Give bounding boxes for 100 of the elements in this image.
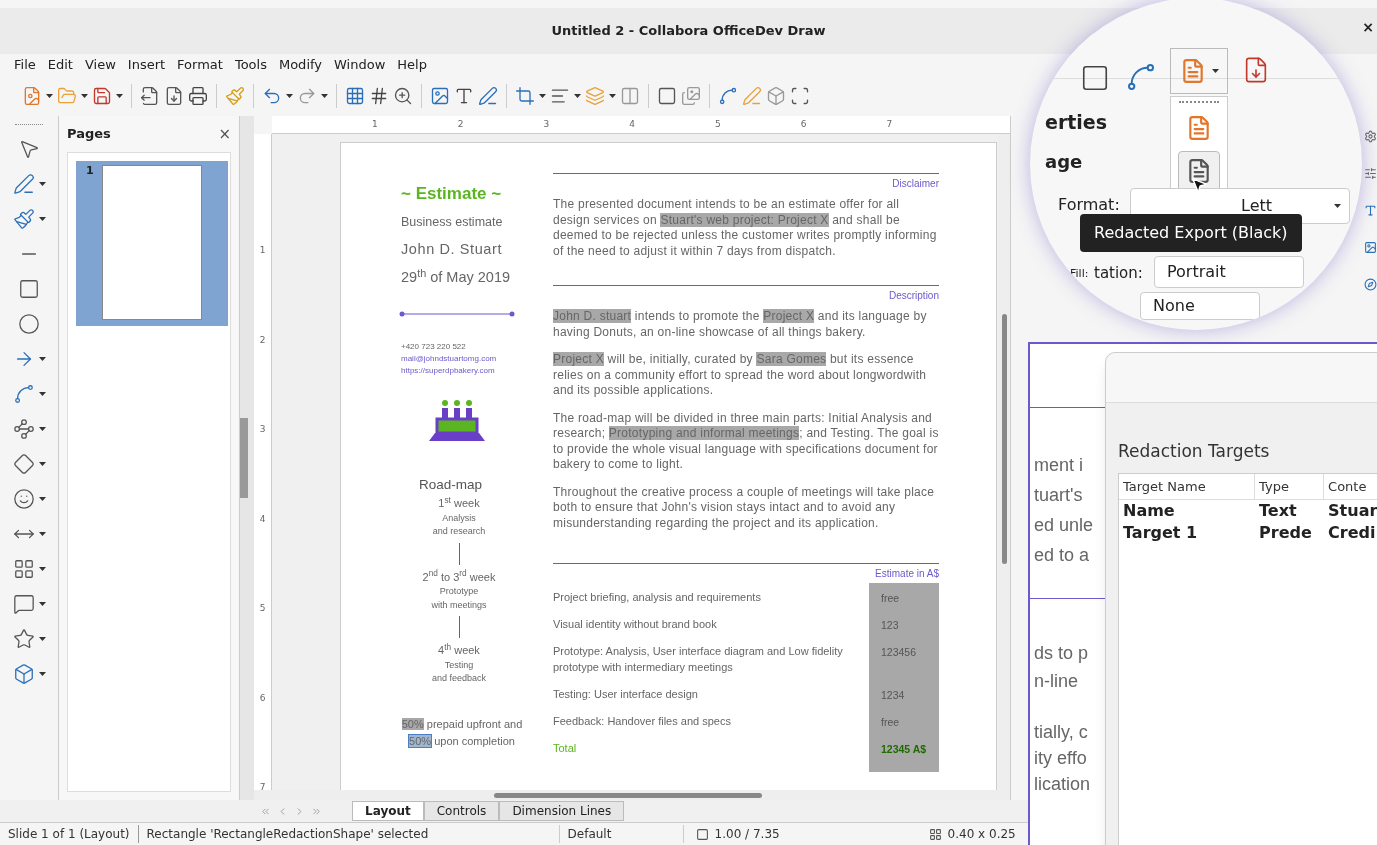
- menu-item[interactable]: Help: [397, 55, 427, 75]
- caret-icon[interactable]: [116, 94, 123, 98]
- caret-icon[interactable]: [38, 427, 46, 431]
- menu-item[interactable]: Format: [177, 55, 223, 75]
- estimate-item: Project briefing, analysis and requirements: [553, 590, 762, 605]
- sheet-tab[interactable]: Controls: [423, 801, 500, 821]
- properties-icon[interactable]: [1364, 167, 1377, 180]
- rectangle-icon[interactable]: [1080, 63, 1110, 93]
- rectangle-icon[interactable]: [18, 278, 40, 300]
- ruler-number: 6: [259, 691, 266, 705]
- menu-item[interactable]: Window: [334, 55, 386, 75]
- caret-icon[interactable]: [38, 392, 46, 396]
- text-fragment: ity effo: [1034, 747, 1087, 770]
- gallery-icon[interactable]: [1364, 241, 1377, 254]
- table-cell-text: Text: [1258, 500, 1298, 522]
- fill-dropdown[interactable]: None: [1140, 292, 1260, 320]
- collapse-handle[interactable]: [240, 418, 248, 498]
- menu-item[interactable]: [1178, 151, 1220, 191]
- text-box-icon[interactable]: [454, 86, 474, 106]
- status-size: 0.40 x 0.25: [946, 826, 1017, 843]
- pointer-icon[interactable]: [18, 138, 40, 160]
- grid-icon[interactable]: [345, 86, 365, 106]
- ellipse-icon[interactable]: [18, 313, 40, 335]
- table-cell-text: Stuar: [1327, 500, 1377, 522]
- curve-icon[interactable]: [12, 383, 35, 405]
- caret-icon[interactable]: [38, 672, 46, 676]
- estimate-item: Prototype: Analysis, User interface diagram and Low fidelity prototype with intermediary meetings: [553, 644, 844, 675]
- table-row[interactable]: Target 1 Prede Credi: [1119, 522, 1377, 544]
- column-header[interactable]: Type: [1255, 473, 1325, 499]
- price-cell: free: [869, 583, 939, 610]
- caret-icon[interactable]: [286, 94, 293, 98]
- connector-icon[interactable]: [12, 418, 35, 440]
- field-label: tation:: [1094, 263, 1143, 284]
- page-thumbnail[interactable]: 1: [76, 161, 228, 326]
- star-icon[interactable]: [12, 628, 35, 650]
- email-link[interactable]: mail@johndstuartomg.com: [401, 352, 523, 365]
- print-icon[interactable]: [188, 86, 208, 106]
- diamond-icon[interactable]: [12, 453, 35, 475]
- caret-icon[interactable]: [38, 182, 46, 186]
- menu-item[interactable]: Tools: [234, 55, 267, 75]
- caret-icon[interactable]: [1211, 69, 1219, 73]
- caret-icon[interactable]: [574, 94, 581, 98]
- navigator-icon[interactable]: [1364, 278, 1377, 291]
- size-icon: [928, 827, 942, 841]
- insert-image-icon[interactable]: [430, 86, 450, 106]
- curve-icon[interactable]: [1125, 61, 1157, 93]
- menu-item[interactable]: File: [14, 55, 36, 75]
- smiley-icon[interactable]: [12, 488, 35, 510]
- export-pdf-icon[interactable]: [164, 86, 184, 106]
- zoom-icon[interactable]: [393, 86, 413, 106]
- caret-icon[interactable]: [38, 567, 46, 571]
- horizontal-scrollbar[interactable]: [254, 790, 1010, 800]
- section-heading: Disclaimer: [892, 177, 939, 191]
- callout-icon[interactable]: [12, 593, 35, 615]
- menu-item[interactable]: Modify: [278, 55, 323, 75]
- caret-icon[interactable]: [1334, 204, 1341, 208]
- menu-item[interactable]: Edit: [47, 55, 73, 75]
- orientation-dropdown[interactable]: Portrait: [1154, 256, 1304, 288]
- cube-icon[interactable]: [12, 663, 35, 685]
- sheet-tab[interactable]: Layout: [352, 801, 424, 821]
- close-button[interactable]: ×: [218, 122, 231, 146]
- caret-icon[interactable]: [321, 94, 328, 98]
- caret-icon[interactable]: [38, 497, 46, 501]
- caret-icon[interactable]: [38, 532, 46, 536]
- table-cell-text: Prede: [1258, 522, 1313, 544]
- caret-icon[interactable]: [609, 94, 616, 98]
- caret-icon[interactable]: [38, 217, 46, 221]
- price-cell: 12345 A$: [869, 734, 939, 772]
- column-header[interactable]: Conte: [1324, 473, 1377, 499]
- estimate-item: Feedback: Handover files and specs: [553, 714, 732, 729]
- ruler-number: 5: [714, 117, 721, 131]
- caret-icon[interactable]: [46, 94, 53, 98]
- table-row[interactable]: Name Text Stuar: [1119, 500, 1377, 522]
- caret-icon[interactable]: [38, 602, 46, 606]
- status-style: Default: [558, 825, 684, 843]
- close-button[interactable]: ×: [1362, 20, 1374, 34]
- flowchart-icon[interactable]: [12, 558, 35, 580]
- vertical-scrollbar[interactable]: [998, 134, 1010, 790]
- export-icon[interactable]: [140, 86, 160, 106]
- caret-icon[interactable]: [38, 462, 46, 466]
- caret-icon[interactable]: [539, 94, 546, 98]
- text-fragment: ed to a: [1034, 544, 1090, 567]
- column-header[interactable]: Target Name: [1119, 473, 1255, 499]
- roadmap-task: Testing: [444, 658, 474, 672]
- ruler-number: 7: [259, 781, 266, 794]
- website-link[interactable]: https://superdpbakery.com: [401, 364, 523, 377]
- undo-icon[interactable]: [262, 86, 282, 106]
- select-icon[interactable]: [790, 86, 810, 106]
- estimate-title: ~ Estimate ~: [401, 183, 503, 205]
- menu-item[interactable]: View: [84, 55, 116, 75]
- menu-item[interactable]: Insert: [127, 55, 166, 75]
- caret-icon[interactable]: [38, 637, 46, 641]
- caret-icon[interactable]: [81, 94, 88, 98]
- settings-icon[interactable]: [1364, 130, 1377, 143]
- save-icon[interactable]: [92, 86, 112, 106]
- caret-icon[interactable]: [38, 357, 46, 361]
- styles-icon[interactable]: [1364, 204, 1377, 217]
- sheet-tab[interactable]: Dimension Lines: [499, 801, 625, 821]
- text-fragment: tially, c: [1034, 721, 1088, 744]
- ruler-number: 3: [259, 423, 266, 436]
